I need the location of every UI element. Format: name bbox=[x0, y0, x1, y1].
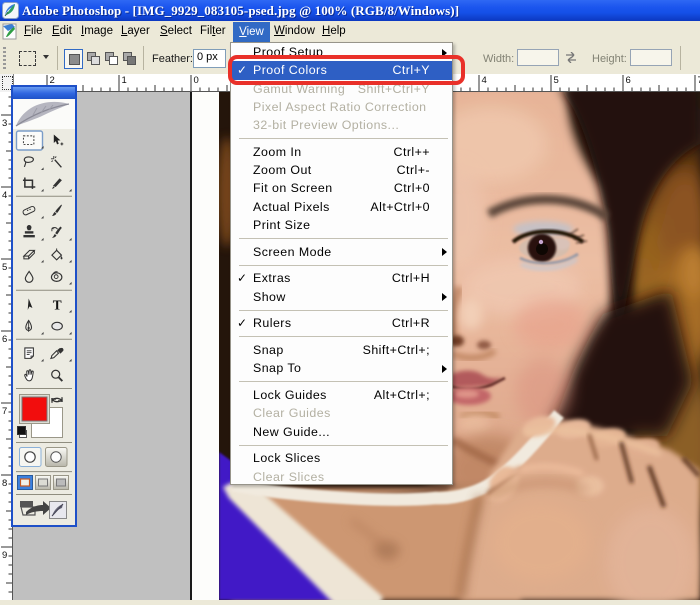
svg-text:9: 9 bbox=[2, 550, 7, 561]
svg-text:3: 3 bbox=[2, 118, 7, 129]
svg-text:5: 5 bbox=[554, 75, 559, 86]
svg-text:7: 7 bbox=[2, 406, 7, 417]
svg-text:6: 6 bbox=[2, 334, 7, 345]
svg-text:6: 6 bbox=[626, 75, 631, 86]
svg-text:1: 1 bbox=[122, 75, 127, 86]
svg-text:T: T bbox=[53, 297, 62, 312]
svg-text:8: 8 bbox=[2, 478, 7, 489]
svg-text:0: 0 bbox=[194, 75, 199, 86]
svg-text:4: 4 bbox=[482, 75, 487, 86]
svg-text:5: 5 bbox=[2, 262, 7, 273]
svg-text:4: 4 bbox=[2, 190, 7, 201]
